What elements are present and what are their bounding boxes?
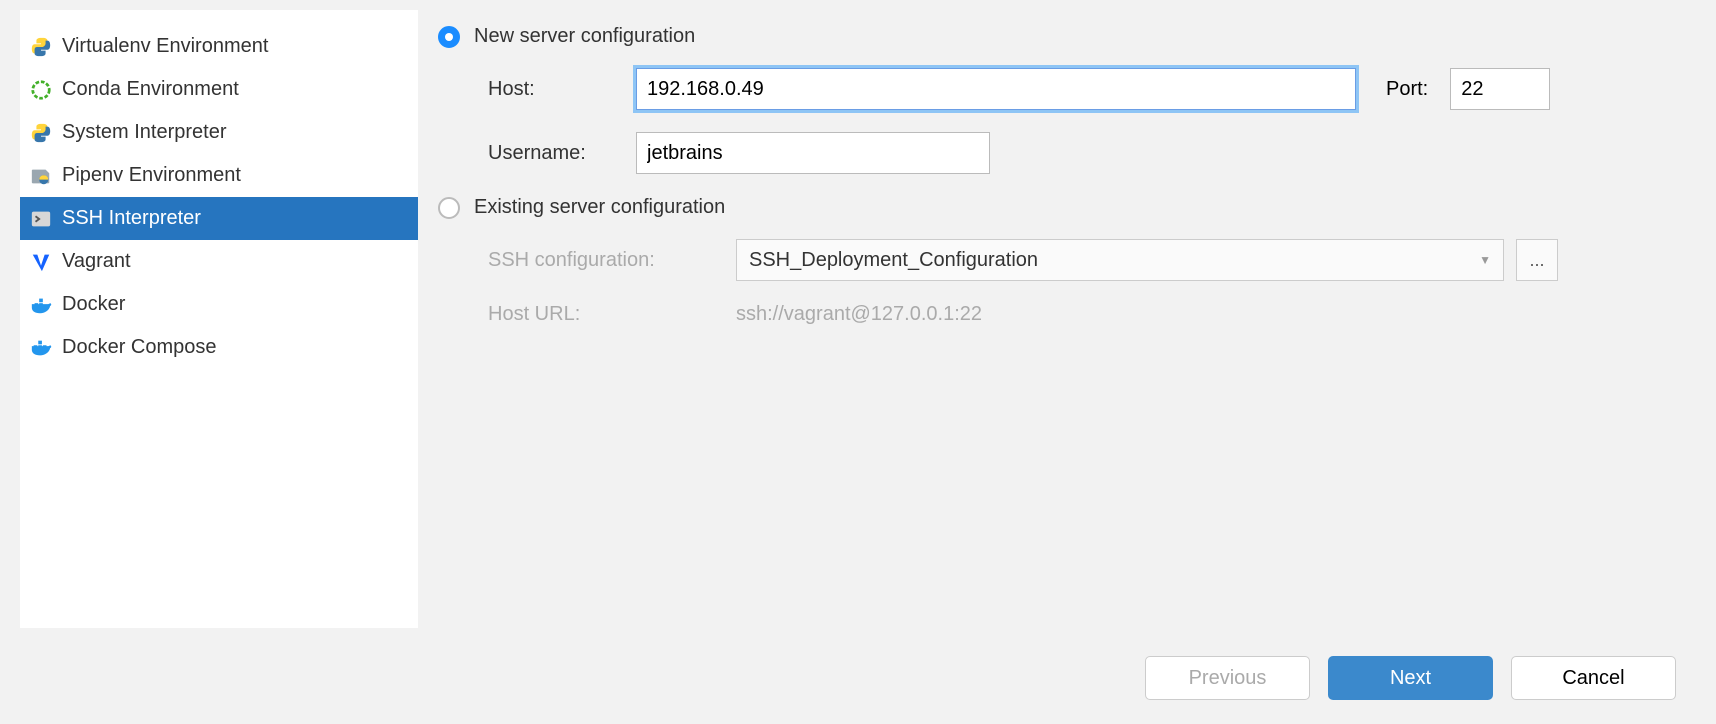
sidebar-item-label: System Interpreter xyxy=(62,121,227,144)
new-server-label: New server configuration xyxy=(474,25,695,48)
sidebar-item-conda[interactable]: Conda Environment xyxy=(20,68,418,111)
sidebar: Virtualenv Environment Conda Environment… xyxy=(20,10,418,628)
content-panel: New server configuration Host: Port: Use… xyxy=(418,0,1716,638)
sidebar-item-system[interactable]: System Interpreter xyxy=(20,111,418,154)
ssh-config-browse-button[interactable]: ... xyxy=(1516,239,1558,281)
sidebar-item-label: Conda Environment xyxy=(62,78,239,101)
python-icon xyxy=(30,122,52,144)
username-row: Username: xyxy=(438,132,1676,174)
username-input[interactable] xyxy=(636,132,990,174)
host-input[interactable] xyxy=(636,68,1356,110)
footer: Previous Next Cancel xyxy=(0,638,1716,724)
sidebar-item-docker[interactable]: Docker xyxy=(20,283,418,326)
cancel-button[interactable]: Cancel xyxy=(1511,656,1676,700)
chevron-down-icon: ▼ xyxy=(1479,253,1491,267)
sidebar-item-label: Docker Compose xyxy=(62,336,217,359)
ssh-config-row: SSH configuration: SSH_Deployment_Config… xyxy=(438,239,1676,281)
existing-server-radio-row[interactable]: Existing server configuration xyxy=(438,196,1676,219)
sidebar-item-pipenv[interactable]: Pipenv Environment xyxy=(20,154,418,197)
sidebar-item-label: SSH Interpreter xyxy=(62,207,201,230)
docker-icon xyxy=(30,294,52,316)
sidebar-item-label: Docker xyxy=(62,293,125,316)
new-server-radio-row[interactable]: New server configuration xyxy=(438,25,1676,48)
host-label: Host: xyxy=(488,78,636,101)
host-url-row: Host URL: ssh://vagrant@127.0.0.1:22 xyxy=(438,303,1676,326)
sidebar-item-vagrant[interactable]: Vagrant xyxy=(20,240,418,283)
sidebar-item-label: Virtualenv Environment xyxy=(62,35,268,58)
ssh-config-value: SSH_Deployment_Configuration xyxy=(749,249,1038,272)
radio-new-server[interactable] xyxy=(438,26,460,48)
sidebar-item-docker-compose[interactable]: Docker Compose xyxy=(20,326,418,369)
python-icon xyxy=(30,36,52,58)
host-url-value: ssh://vagrant@127.0.0.1:22 xyxy=(736,303,982,326)
sidebar-item-label: Vagrant xyxy=(62,250,131,273)
conda-icon xyxy=(30,79,52,101)
next-button[interactable]: Next xyxy=(1328,656,1493,700)
sidebar-item-label: Pipenv Environment xyxy=(62,164,241,187)
host-row: Host: Port: xyxy=(438,68,1676,110)
ssh-icon xyxy=(30,208,52,230)
port-label: Port: xyxy=(1386,78,1428,101)
vagrant-icon xyxy=(30,251,52,273)
ssh-config-label: SSH configuration: xyxy=(488,249,736,272)
existing-server-label: Existing server configuration xyxy=(474,196,725,219)
username-label: Username: xyxy=(488,142,636,165)
port-input[interactable] xyxy=(1450,68,1550,110)
pipenv-icon xyxy=(30,165,52,187)
sidebar-item-ssh[interactable]: SSH Interpreter xyxy=(20,197,418,240)
ssh-config-dropdown[interactable]: SSH_Deployment_Configuration ▼ xyxy=(736,239,1504,281)
radio-existing-server[interactable] xyxy=(438,197,460,219)
sidebar-item-virtualenv[interactable]: Virtualenv Environment xyxy=(20,25,418,68)
docker-compose-icon xyxy=(30,337,52,359)
host-url-label: Host URL: xyxy=(488,303,736,326)
previous-button[interactable]: Previous xyxy=(1145,656,1310,700)
